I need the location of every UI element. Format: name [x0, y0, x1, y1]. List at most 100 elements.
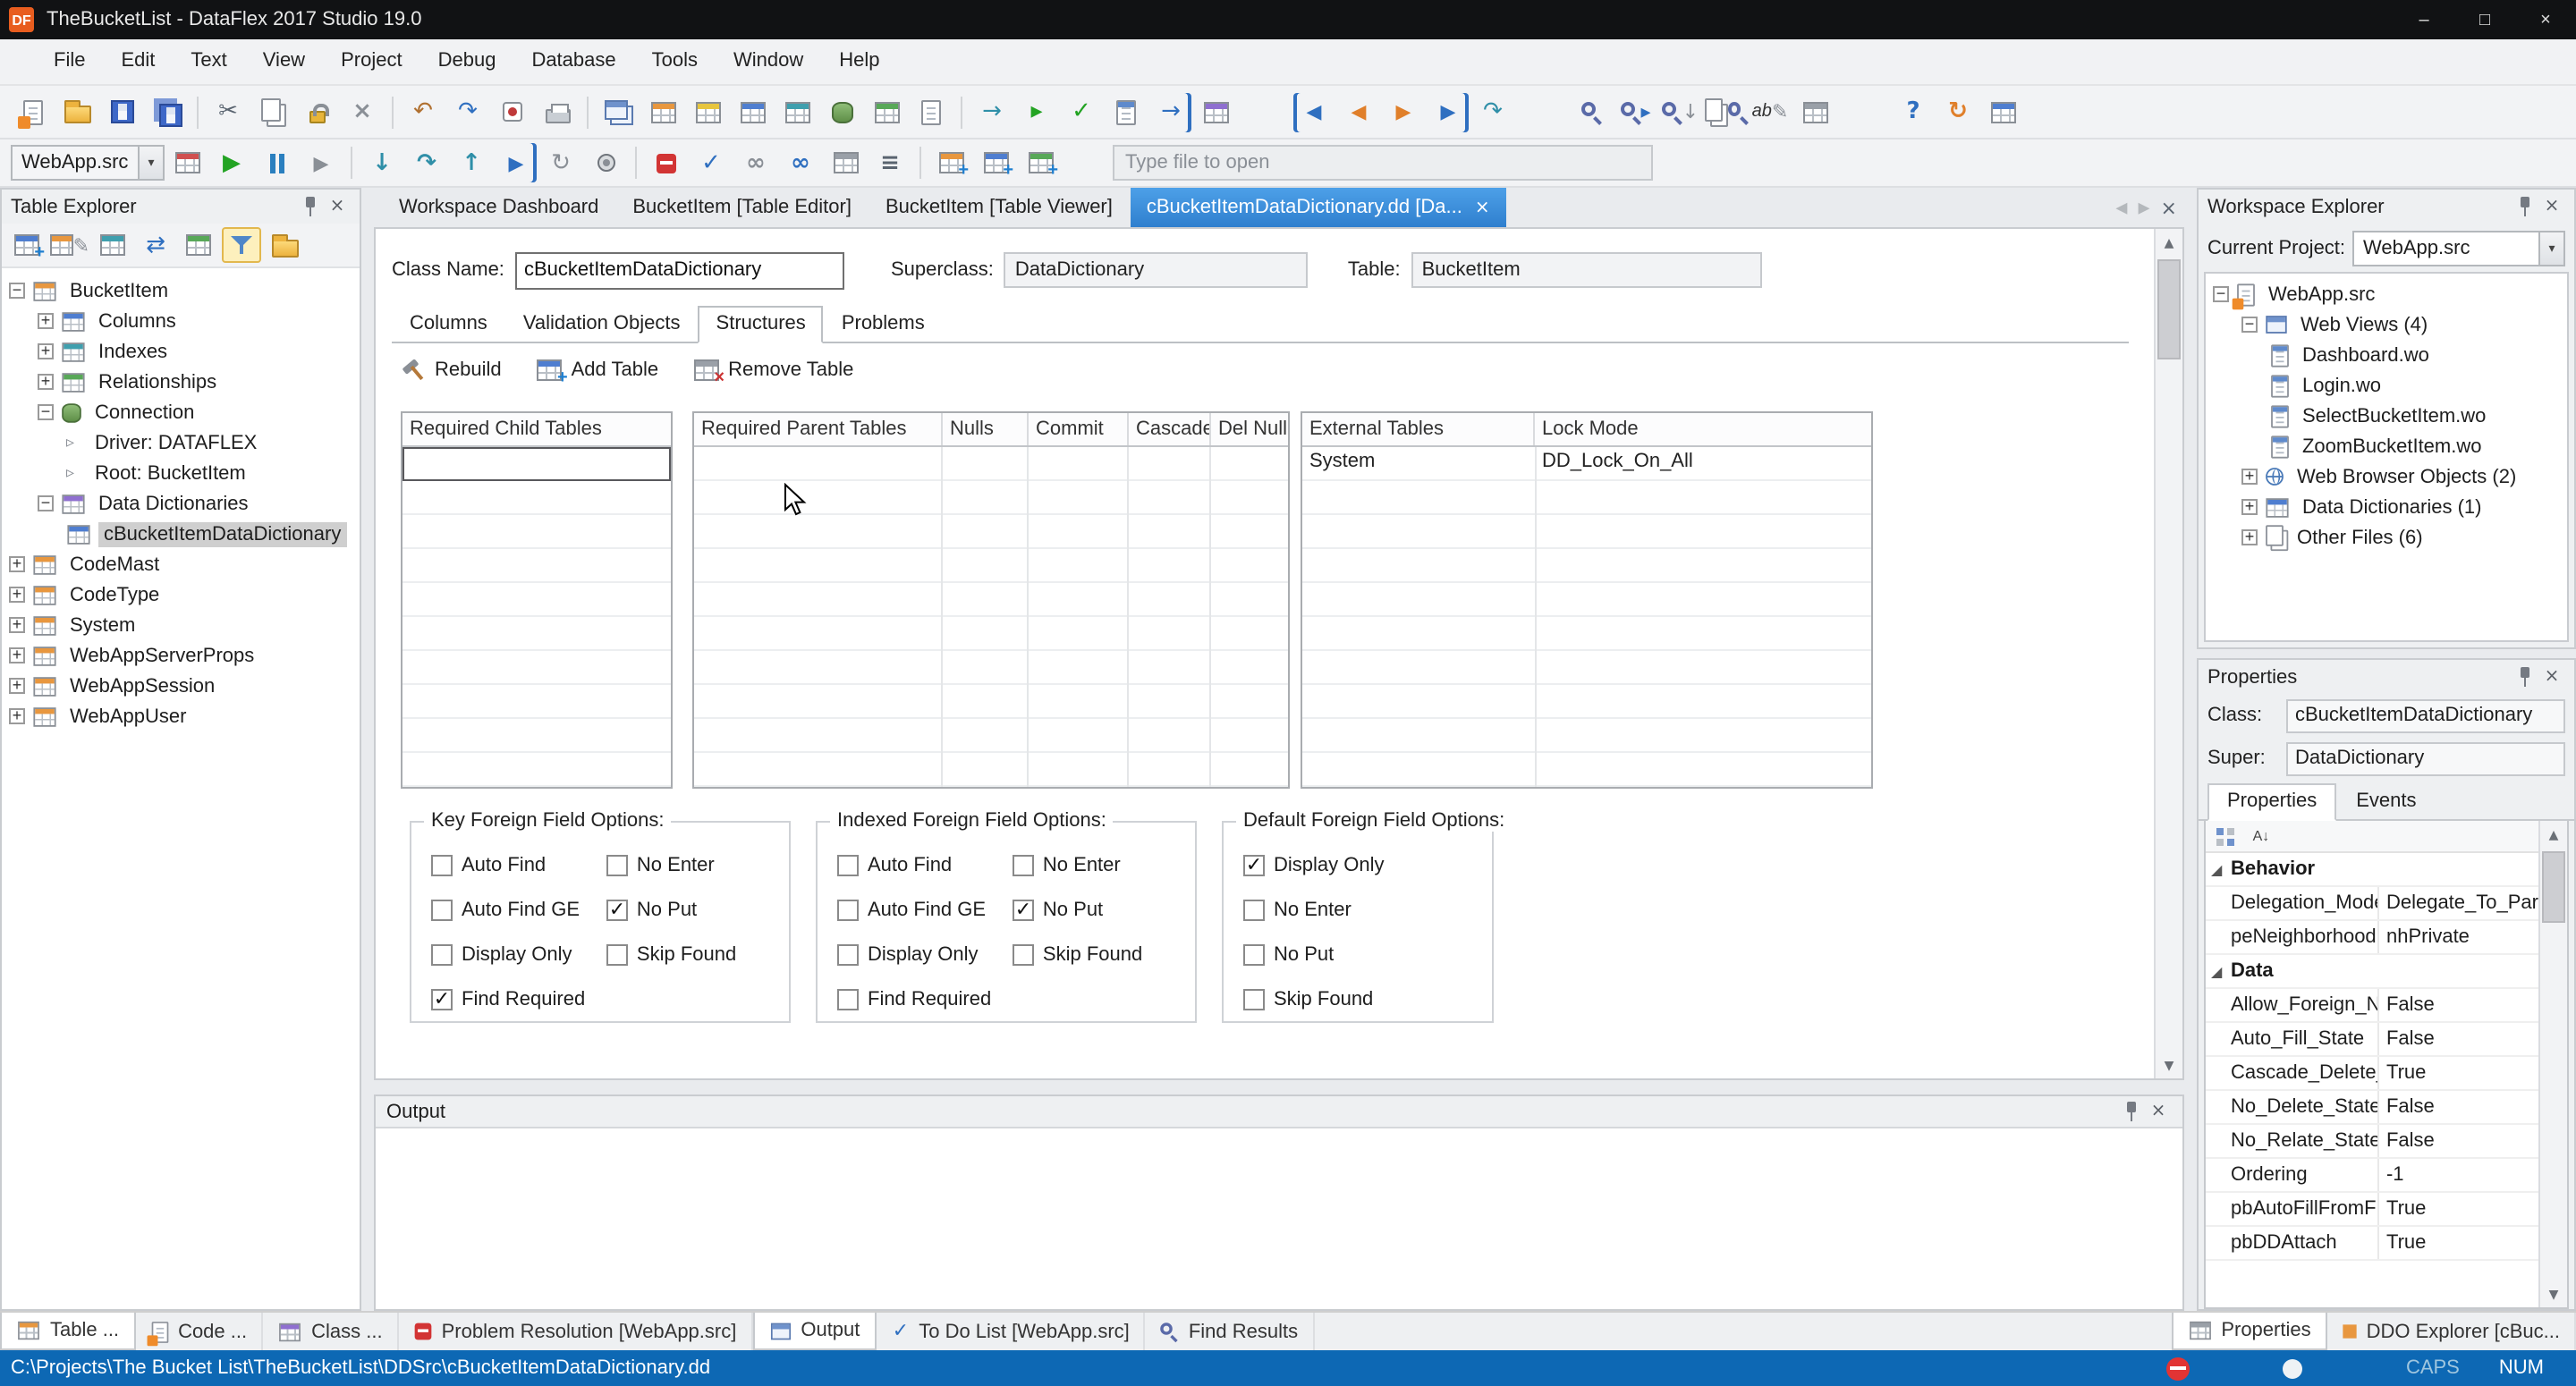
tree-item-login-wo[interactable]: Login.wo: [2206, 370, 2567, 401]
display-only-checkbox[interactable]: Display Only: [1243, 853, 1422, 878]
tree-item-codemast[interactable]: CodeMast: [2, 549, 360, 579]
new-table-icon[interactable]: [7, 227, 47, 263]
no-put-checkbox[interactable]: No Put: [606, 898, 775, 923]
panel-gutter[interactable]: [361, 188, 374, 1311]
replace-icon[interactable]: ab: [1750, 92, 1791, 131]
close-file-icon[interactable]: [342, 92, 383, 131]
external-tables-grid[interactable]: External Tables Lock Mode System DD_Lock…: [1301, 411, 1873, 789]
collapse-icon[interactable]: [38, 495, 54, 511]
tree-item-webappsession[interactable]: WebAppSession: [2, 671, 360, 701]
menu-project[interactable]: Project: [323, 39, 420, 84]
grid-body[interactable]: [694, 447, 1288, 787]
menu-tools[interactable]: Tools: [634, 39, 716, 84]
step-into-icon[interactable]: [361, 143, 402, 182]
new-file-icon[interactable]: [13, 92, 54, 131]
no-enter-checkbox[interactable]: No Enter: [606, 853, 775, 878]
record-macro-icon[interactable]: [492, 92, 533, 131]
close-panel-icon[interactable]: [2538, 198, 2565, 216]
scrollbar-thumb[interactable]: [2542, 851, 2565, 923]
open-table-icon[interactable]: [265, 227, 304, 263]
property-value[interactable]: Delegate_To_Par: [2377, 887, 2538, 919]
lock-icon[interactable]: [297, 92, 338, 131]
expand-icon[interactable]: [9, 708, 25, 724]
property-value[interactable]: False: [2377, 1125, 2538, 1157]
cut-icon[interactable]: [208, 92, 249, 131]
tab-columns[interactable]: Columns: [392, 306, 505, 343]
watch-window-icon[interactable]: [735, 143, 776, 182]
find-required-checkbox[interactable]: Find Required: [837, 987, 1013, 1012]
close-panel-icon[interactable]: [2145, 1103, 2172, 1120]
goto-definition-icon[interactable]: [971, 92, 1013, 131]
run-icon[interactable]: [211, 143, 252, 182]
check-updates-icon[interactable]: [1937, 92, 1979, 131]
close-tab-icon[interactable]: [1475, 198, 1490, 217]
minimize-button[interactable]: –: [2394, 0, 2454, 39]
property-row[interactable]: Ordering -1: [2206, 1159, 2538, 1193]
close-document-icon[interactable]: [2161, 198, 2177, 217]
call-stack-icon[interactable]: [825, 143, 866, 182]
find-icon[interactable]: [1571, 92, 1612, 131]
resync-tables-icon[interactable]: [136, 227, 175, 263]
menu-text[interactable]: Text: [173, 39, 244, 84]
grid-body[interactable]: [402, 447, 671, 787]
tab-problem-resolution[interactable]: Problem Resolution [WebApp.src]: [399, 1313, 753, 1350]
start-without-debugging-icon[interactable]: [301, 143, 342, 182]
error-status-icon[interactable]: [2166, 1356, 2190, 1380]
bookmark-icon[interactable]: [1794, 92, 1835, 131]
tree-item-data-dictionaries[interactable]: Data Dictionaries: [2, 488, 360, 519]
tab-bucketitem-table-editor[interactable]: BucketItem [Table Editor]: [616, 188, 868, 227]
toggle-breakpoint-icon[interactable]: [646, 143, 687, 182]
find-next-icon[interactable]: [1615, 92, 1657, 131]
auto-find-ge-checkbox[interactable]: Auto Find GE: [431, 898, 606, 923]
menu-view[interactable]: View: [245, 39, 323, 84]
property-category-behavior[interactable]: Behavior: [2206, 853, 2538, 887]
nav-recent-location-icon[interactable]: [1472, 92, 1513, 131]
maximize-button[interactable]: □: [2454, 0, 2515, 39]
sort-alphabetical-icon[interactable]: A↓: [2247, 824, 2275, 849]
new-web-view-icon[interactable]: [930, 143, 971, 182]
locals-window-icon[interactable]: [780, 143, 821, 182]
run-selection-icon[interactable]: [1150, 92, 1191, 131]
skip-found-checkbox[interactable]: Skip Found: [1013, 942, 1181, 968]
pin-icon[interactable]: [297, 195, 324, 218]
sql-editor-icon[interactable]: [776, 92, 818, 131]
skip-found-checkbox[interactable]: Skip Found: [1243, 987, 1422, 1012]
close-panel-icon[interactable]: [2538, 668, 2565, 686]
tree-item-web-browser-objects[interactable]: Web Browser Objects (2): [2206, 461, 2567, 492]
menu-help[interactable]: Help: [821, 39, 897, 84]
pin-icon[interactable]: [2512, 195, 2538, 218]
property-value[interactable]: False: [2377, 1023, 2538, 1055]
auto-find-checkbox[interactable]: Auto Find: [431, 853, 606, 878]
no-put-checkbox[interactable]: No Put: [1013, 898, 1181, 923]
table-row[interactable]: System DD_Lock_On_All: [1302, 447, 1871, 481]
report-icon[interactable]: [911, 92, 952, 131]
expand-icon[interactable]: [2241, 499, 2258, 515]
step-out-icon[interactable]: [451, 143, 492, 182]
required-parent-tables-grid[interactable]: Required Parent Tables Nulls Commit Casc…: [692, 411, 1290, 789]
close-button[interactable]: ×: [2515, 0, 2576, 39]
tab-scroll-left-icon[interactable]: [2115, 196, 2127, 219]
focused-cell[interactable]: [402, 447, 671, 481]
scroll-down-icon[interactable]: [2540, 1280, 2567, 1307]
table-editor-icon[interactable]: [642, 92, 683, 131]
expand-icon[interactable]: [9, 678, 25, 694]
print-icon[interactable]: [537, 92, 578, 131]
checklist-icon[interactable]: [1106, 92, 1147, 131]
editor-vertical-scrollbar[interactable]: [2154, 229, 2182, 1078]
tree-item-columns[interactable]: Columns: [2, 306, 360, 336]
compile-icon[interactable]: [1016, 92, 1057, 131]
select-columns-icon[interactable]: [179, 227, 218, 263]
filter-tables-icon[interactable]: [222, 227, 261, 263]
tree-item-bucketitem[interactable]: BucketItem: [2, 275, 360, 306]
close-panel-icon[interactable]: [324, 198, 351, 216]
tab-table-explorer[interactable]: Table ...: [0, 1313, 135, 1350]
menu-edit[interactable]: Edit: [103, 39, 173, 84]
expand-icon[interactable]: [38, 313, 54, 329]
auto-find-checkbox[interactable]: Auto Find: [837, 853, 1013, 878]
data-dictionary-editor-icon[interactable]: [732, 92, 773, 131]
expand-icon[interactable]: [38, 343, 54, 359]
tab-workspace-dashboard[interactable]: Workspace Dashboard: [383, 188, 614, 227]
tree-item-codetype[interactable]: CodeType: [2, 579, 360, 610]
step-over-icon[interactable]: [406, 143, 447, 182]
tab-properties[interactable]: Properties: [2207, 783, 2336, 821]
